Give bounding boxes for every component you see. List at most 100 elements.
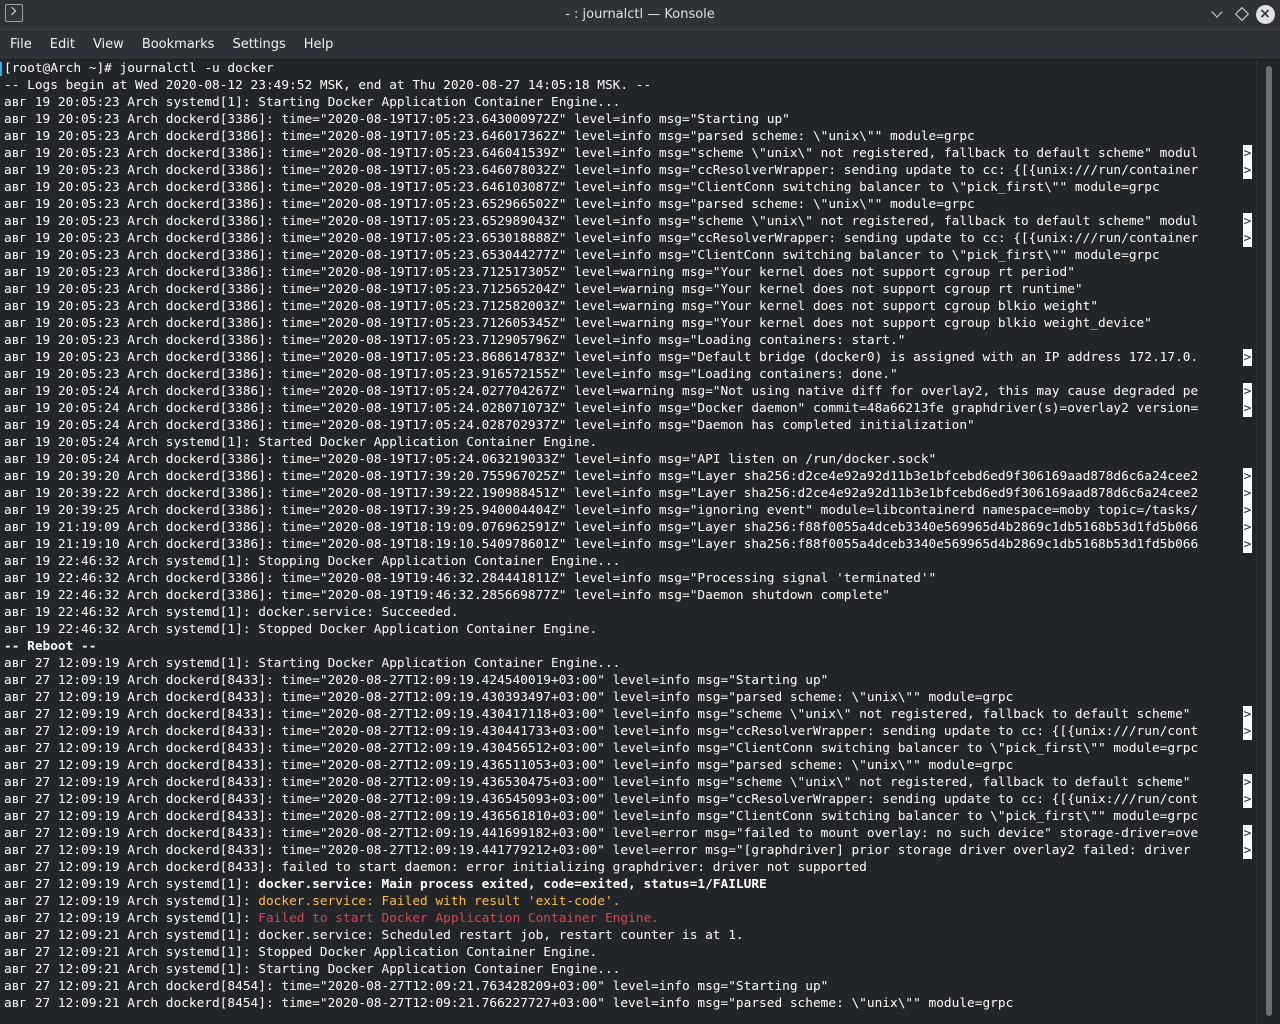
log-segment: docker.service: Main process exited, cod… bbox=[258, 877, 767, 892]
log-line: авг 19 20:05:23 Arch dockerd[3386]: time… bbox=[4, 247, 1256, 264]
log-line: авг 19 22:46:32 Arch dockerd[3386]: time… bbox=[4, 570, 1256, 587]
log-line: авг 19 20:05:23 Arch dockerd[3386]: time… bbox=[4, 179, 1256, 196]
log-line: -- Logs begin at Wed 2020-08-12 23:49:52… bbox=[4, 77, 1256, 94]
terminal-cursor-marker bbox=[0, 62, 2, 76]
log-segment: авг 27 12:09:19 Arch dockerd[8433]: time… bbox=[4, 809, 1199, 824]
menu-bar: File Edit View Bookmarks Settings Help bbox=[0, 30, 1280, 60]
close-icon: × bbox=[1255, 4, 1275, 24]
log-segment: авг 27 12:09:19 Arch dockerd[8433]: time… bbox=[4, 792, 1199, 807]
terminal-output[interactable]: [root@Arch ~]# journalctl -u docker -- Lo… bbox=[0, 60, 1256, 1024]
log-segment: авг 19 20:05:23 Arch dockerd[3386]: time… bbox=[4, 129, 975, 144]
terminal-scrollbar[interactable] bbox=[1256, 60, 1280, 1024]
log-line: [root@Arch ~]# journalctl -u docker bbox=[4, 60, 1256, 77]
log-line: авг 19 20:05:24 Arch dockerd[3386]: time… bbox=[4, 400, 1256, 417]
truncation-marker: > bbox=[1243, 502, 1252, 519]
log-line: авг 19 20:05:24 Arch systemd[1]: Started… bbox=[4, 434, 1256, 451]
truncation-marker: > bbox=[1243, 162, 1252, 179]
log-segment: авг 19 20:05:24 Arch dockerd[3386]: time… bbox=[4, 384, 1199, 399]
log-segment: авг 19 20:05:24 Arch dockerd[3386]: time… bbox=[4, 401, 1199, 416]
log-line: авг 19 20:39:25 Arch dockerd[3386]: time… bbox=[4, 502, 1256, 519]
log-segment: авг 27 12:09:19 Arch systemd[1]: bbox=[4, 877, 259, 892]
log-segment: авг 19 20:05:23 Arch dockerd[3386]: time… bbox=[4, 350, 1199, 365]
log-line: авг 19 22:46:32 Arch systemd[1]: Stoppin… bbox=[4, 553, 1256, 570]
log-line: авг 19 20:05:23 Arch dockerd[3386]: time… bbox=[4, 128, 1256, 145]
log-line: авг 19 20:05:23 Arch dockerd[3386]: time… bbox=[4, 315, 1256, 332]
minimize-button[interactable] bbox=[1206, 3, 1228, 25]
truncation-marker: > bbox=[1243, 723, 1252, 740]
truncation-marker: > bbox=[1243, 145, 1252, 162]
log-line: авг 19 20:05:24 Arch dockerd[3386]: time… bbox=[4, 451, 1256, 468]
truncation-marker: > bbox=[1243, 383, 1252, 400]
log-line: авг 27 12:09:19 Arch dockerd[8433]: fail… bbox=[4, 859, 1256, 876]
log-line: авг 19 20:05:23 Arch dockerd[3386]: time… bbox=[4, 162, 1256, 179]
log-line: авг 27 12:09:19 Arch dockerd[8433]: time… bbox=[4, 825, 1256, 842]
log-segment: авг 19 20:05:23 Arch dockerd[3386]: time… bbox=[4, 299, 1099, 314]
log-line: авг 27 12:09:21 Arch systemd[1]: Stopped… bbox=[4, 944, 1256, 961]
log-segment: авг 27 12:09:19 Arch dockerd[8433]: time… bbox=[4, 775, 1199, 790]
log-line: авг 19 20:39:20 Arch dockerd[3386]: time… bbox=[4, 468, 1256, 485]
log-line: авг 27 12:09:19 Arch systemd[1]: Failed … bbox=[4, 910, 1256, 927]
truncation-marker: > bbox=[1243, 519, 1252, 536]
diamond-icon bbox=[1234, 6, 1250, 22]
log-line: авг 27 12:09:19 Arch dockerd[8433]: time… bbox=[4, 808, 1256, 825]
log-segment: авг 19 22:46:32 Arch systemd[1]: Stopped… bbox=[4, 622, 598, 637]
menu-view[interactable]: View bbox=[85, 30, 132, 59]
log-segment: авг 27 12:09:19 Arch systemd[1]: bbox=[4, 911, 259, 926]
log-line: авг 27 12:09:21 Arch dockerd[8454]: time… bbox=[4, 978, 1256, 995]
log-line: авг 19 20:05:23 Arch systemd[1]: Startin… bbox=[4, 94, 1256, 111]
log-segment: авг 27 12:09:19 Arch dockerd[8433]: time… bbox=[4, 758, 1014, 773]
log-line: авг 19 20:05:23 Arch dockerd[3386]: time… bbox=[4, 332, 1256, 349]
log-segment: авг 19 20:05:23 Arch dockerd[3386]: time… bbox=[4, 197, 975, 212]
log-line: авг 19 20:05:23 Arch dockerd[3386]: time… bbox=[4, 213, 1256, 230]
log-line: авг 19 20:05:23 Arch dockerd[3386]: time… bbox=[4, 281, 1256, 298]
log-segment: авг 19 22:46:32 Arch systemd[1]: docker.… bbox=[4, 605, 459, 620]
log-line: авг 27 12:09:19 Arch systemd[1]: docker.… bbox=[4, 893, 1256, 910]
log-segment: авг 27 12:09:19 Arch dockerd[8433]: time… bbox=[4, 741, 1199, 756]
menu-edit[interactable]: Edit bbox=[42, 30, 83, 59]
log-segment: авг 19 20:05:23 Arch dockerd[3386]: time… bbox=[4, 367, 898, 382]
scrollbar-thumb[interactable] bbox=[1266, 66, 1272, 1016]
log-segment: авг 19 20:05:23 Arch dockerd[3386]: time… bbox=[4, 248, 1160, 263]
title-bar[interactable]: - : journalctl — Konsole × bbox=[0, 0, 1280, 30]
log-segment: авг 27 12:09:19 Arch systemd[1]: bbox=[4, 894, 259, 909]
truncation-marker: > bbox=[1243, 468, 1252, 485]
log-segment: авг 19 20:05:23 Arch dockerd[3386]: time… bbox=[4, 180, 1160, 195]
log-line: авг 27 12:09:19 Arch systemd[1]: docker.… bbox=[4, 876, 1256, 893]
log-segment: авг 19 20:05:23 Arch dockerd[3386]: time… bbox=[4, 112, 790, 127]
truncation-marker: > bbox=[1243, 842, 1252, 859]
close-button[interactable]: × bbox=[1254, 3, 1276, 25]
log-segment: авг 19 20:05:24 Arch dockerd[3386]: time… bbox=[4, 452, 937, 467]
menu-settings[interactable]: Settings bbox=[224, 30, 293, 59]
maximize-button[interactable] bbox=[1231, 3, 1253, 25]
log-segment: авг 19 22:46:32 Arch systemd[1]: Stoppin… bbox=[4, 554, 621, 569]
log-line: авг 19 20:05:23 Arch dockerd[3386]: time… bbox=[4, 111, 1256, 128]
log-line: -- Reboot -- bbox=[4, 638, 1256, 655]
log-segment: авг 19 20:05:23 Arch dockerd[3386]: time… bbox=[4, 333, 906, 348]
log-line: авг 19 20:05:23 Arch dockerd[3386]: time… bbox=[4, 349, 1256, 366]
log-segment: авг 27 12:09:21 Arch dockerd[8454]: time… bbox=[4, 996, 1014, 1011]
log-segment: авг 27 12:09:19 Arch dockerd[8433]: time… bbox=[4, 724, 1199, 739]
log-segment: авг 27 12:09:21 Arch systemd[1]: docker.… bbox=[4, 928, 744, 943]
log-segment: авг 27 12:09:19 Arch dockerd[8433]: fail… bbox=[4, 860, 867, 875]
log-line: авг 19 20:39:22 Arch dockerd[3386]: time… bbox=[4, 485, 1256, 502]
menu-help[interactable]: Help bbox=[296, 30, 342, 59]
log-segment: docker.service: Failed with result 'exit… bbox=[258, 894, 621, 909]
log-segment: авг 19 20:05:24 Arch systemd[1]: Started… bbox=[4, 435, 598, 450]
log-segment: авг 27 12:09:19 Arch dockerd[8433]: time… bbox=[4, 673, 829, 688]
log-segment: авг 19 20:05:23 Arch dockerd[3386]: time… bbox=[4, 231, 1199, 246]
log-segment: авг 19 21:19:10 Arch dockerd[3386]: time… bbox=[4, 537, 1199, 552]
truncation-marker: > bbox=[1243, 230, 1252, 247]
truncation-marker: > bbox=[1243, 349, 1252, 366]
menu-bookmarks[interactable]: Bookmarks bbox=[134, 30, 223, 59]
log-line: авг 19 22:46:32 Arch dockerd[3386]: time… bbox=[4, 587, 1256, 604]
log-line: авг 19 20:05:23 Arch dockerd[3386]: time… bbox=[4, 366, 1256, 383]
log-line: авг 19 20:05:23 Arch dockerd[3386]: time… bbox=[4, 196, 1256, 213]
truncation-marker: > bbox=[1243, 774, 1252, 791]
log-line: авг 27 12:09:19 Arch dockerd[8433]: time… bbox=[4, 706, 1256, 723]
log-segment: авг 27 12:09:21 Arch dockerd[8454]: time… bbox=[4, 979, 829, 994]
log-segment: авг 19 20:05:23 Arch dockerd[3386]: time… bbox=[4, 265, 1075, 280]
truncation-marker: > bbox=[1243, 400, 1252, 417]
log-line: авг 19 20:05:23 Arch dockerd[3386]: time… bbox=[4, 264, 1256, 281]
log-segment: авг 19 22:46:32 Arch dockerd[3386]: time… bbox=[4, 571, 937, 586]
menu-file[interactable]: File bbox=[2, 30, 40, 59]
